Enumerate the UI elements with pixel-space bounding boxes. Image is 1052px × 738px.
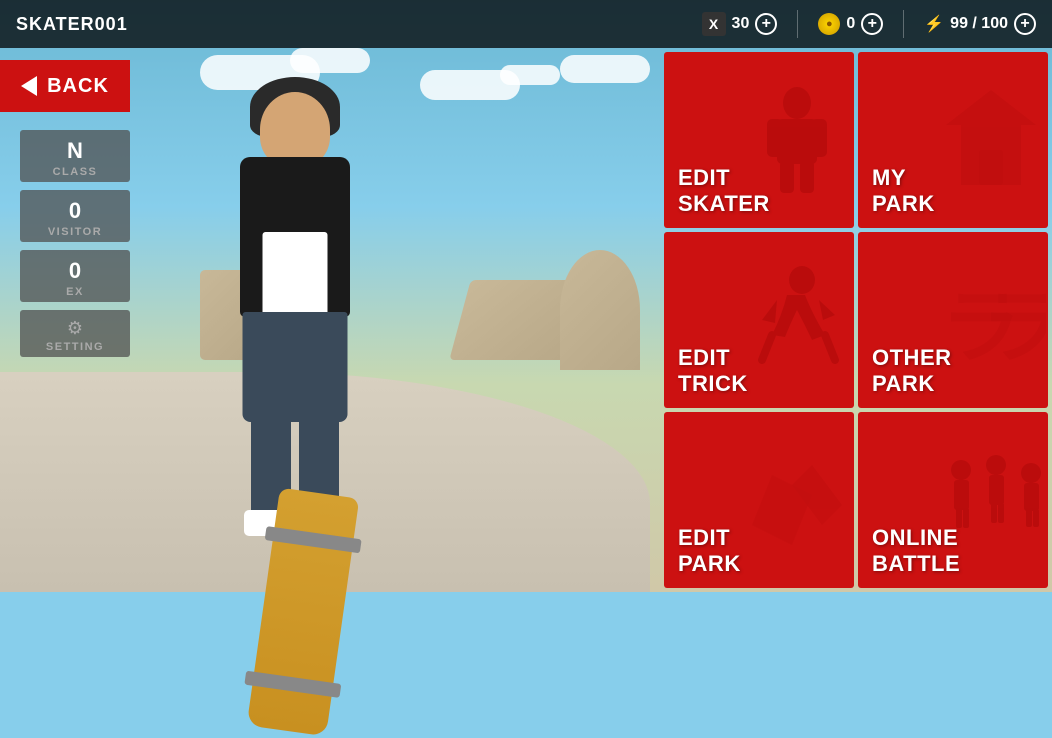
class-stat-box: N CLASS: [20, 130, 130, 182]
setting-stat-box[interactable]: ⚙ SETTING: [20, 310, 130, 357]
edit-park-label: EDIT PARK: [678, 525, 741, 576]
header-bar: SKATER001 X 30 + ● 0 + ⚡ 99 / 100 +: [0, 0, 1052, 48]
visitor-value: 0: [69, 198, 81, 224]
divider: [797, 10, 798, 38]
board-truck-bottom: [244, 671, 341, 698]
ex-stat-box: 0 EX: [20, 250, 130, 302]
my-park-label: MY PARK: [872, 165, 935, 216]
gear-icon: ⚙: [67, 318, 83, 339]
visitor-label: VISITOR: [48, 226, 102, 238]
setting-label: SETTING: [46, 341, 104, 353]
add-energy-button[interactable]: +: [1014, 13, 1036, 35]
edit-skater-button[interactable]: EDIT SKATER: [664, 52, 854, 228]
skater-body: [240, 157, 350, 317]
board-truck-top: [265, 526, 362, 553]
online-battle-button[interactable]: ONLINE BATTLE: [858, 412, 1048, 588]
cloud: [560, 55, 650, 83]
skater-shorts: [243, 312, 348, 422]
coin-currency-group: ● 0 +: [818, 13, 883, 35]
class-value: N: [67, 138, 83, 164]
coin-value: 0: [846, 15, 855, 33]
energy-value: 99 / 100: [950, 15, 1008, 33]
coin-icon: ●: [818, 13, 840, 35]
ramp: [560, 250, 640, 370]
edit-trick-silhouette: [740, 232, 854, 408]
other-park-label: OTHER PARK: [872, 345, 952, 396]
skater-display: [110, 52, 480, 572]
skater-figure: [195, 92, 395, 572]
online-battle-label: ONLINE BATTLE: [872, 525, 960, 576]
x-value: 30: [732, 15, 750, 33]
class-label: CLASS: [53, 166, 98, 178]
x-icon: X: [702, 12, 726, 36]
ex-value: 0: [69, 258, 81, 284]
lightning-icon: ⚡: [924, 14, 944, 34]
x-currency-group: X 30 +: [702, 12, 778, 36]
my-park-silhouette: [934, 52, 1048, 228]
ex-label: EX: [66, 286, 84, 298]
edit-park-button[interactable]: EDIT PARK: [664, 412, 854, 588]
menu-grid: EDIT SKATER MY PARK: [660, 48, 1052, 592]
add-x-button[interactable]: +: [755, 13, 777, 35]
energy-group: ⚡ 99 / 100 +: [924, 13, 1036, 35]
divider2: [903, 10, 904, 38]
edit-trick-label: EDIT TRICK: [678, 345, 748, 396]
edit-park-silhouette: [740, 412, 854, 588]
add-coin-button[interactable]: +: [861, 13, 883, 35]
skater-head: [260, 92, 330, 167]
edit-skater-label: EDIT SKATER: [678, 165, 770, 216]
svg-text:ラ: ラ: [981, 283, 1046, 372]
cloud: [500, 65, 560, 85]
my-park-button[interactable]: MY PARK: [858, 52, 1048, 228]
back-button[interactable]: BACK: [0, 60, 130, 112]
visitor-stat-box: 0 VISITOR: [20, 190, 130, 242]
player-name: SKATER001: [16, 14, 128, 35]
edit-trick-button[interactable]: EDIT TRICK: [664, 232, 854, 408]
other-park-button[interactable]: ラ ラ OTHER PARK: [858, 232, 1048, 408]
left-stats-panel: N CLASS 0 VISITOR 0 EX ⚙ SETTING: [20, 130, 130, 357]
back-arrow-icon: [21, 76, 37, 96]
